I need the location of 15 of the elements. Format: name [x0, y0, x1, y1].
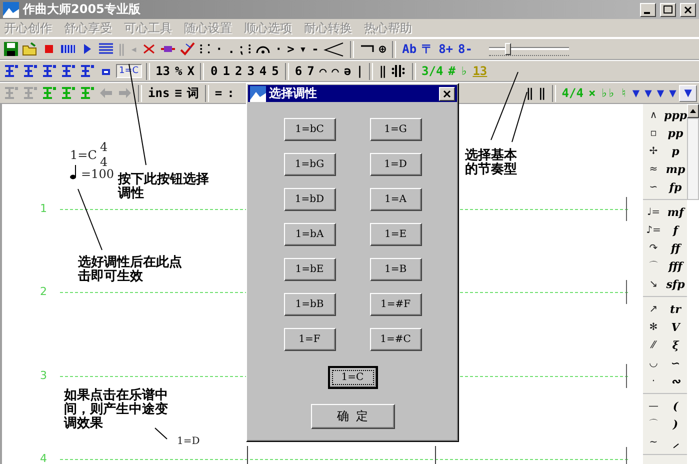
window-title: 作曲大师2005专业版	[23, 1, 142, 18]
key-signature: 1=C	[70, 148, 97, 162]
time-signature-top: 4	[100, 140, 108, 154]
time-signature-bottom: 4	[100, 155, 108, 169]
row-number: 1	[40, 202, 47, 215]
dialog-title: 选择调性	[269, 85, 318, 102]
row-number: 2	[40, 285, 47, 298]
annotation-text: 按下此按钮选择调性	[118, 173, 210, 201]
annotation-text: 如果点击在乐谱中间，则产生中途变调效果	[64, 389, 169, 431]
key-change-marking: 1=D	[177, 436, 200, 447]
tempo-marking: =100	[81, 167, 114, 181]
annotation-text: 选择基本的节奏型	[465, 149, 518, 177]
row-number: 3	[40, 369, 47, 382]
annotation-text: 选好调性后在此点击即可生效	[78, 256, 183, 284]
row-number: 4	[40, 452, 47, 464]
